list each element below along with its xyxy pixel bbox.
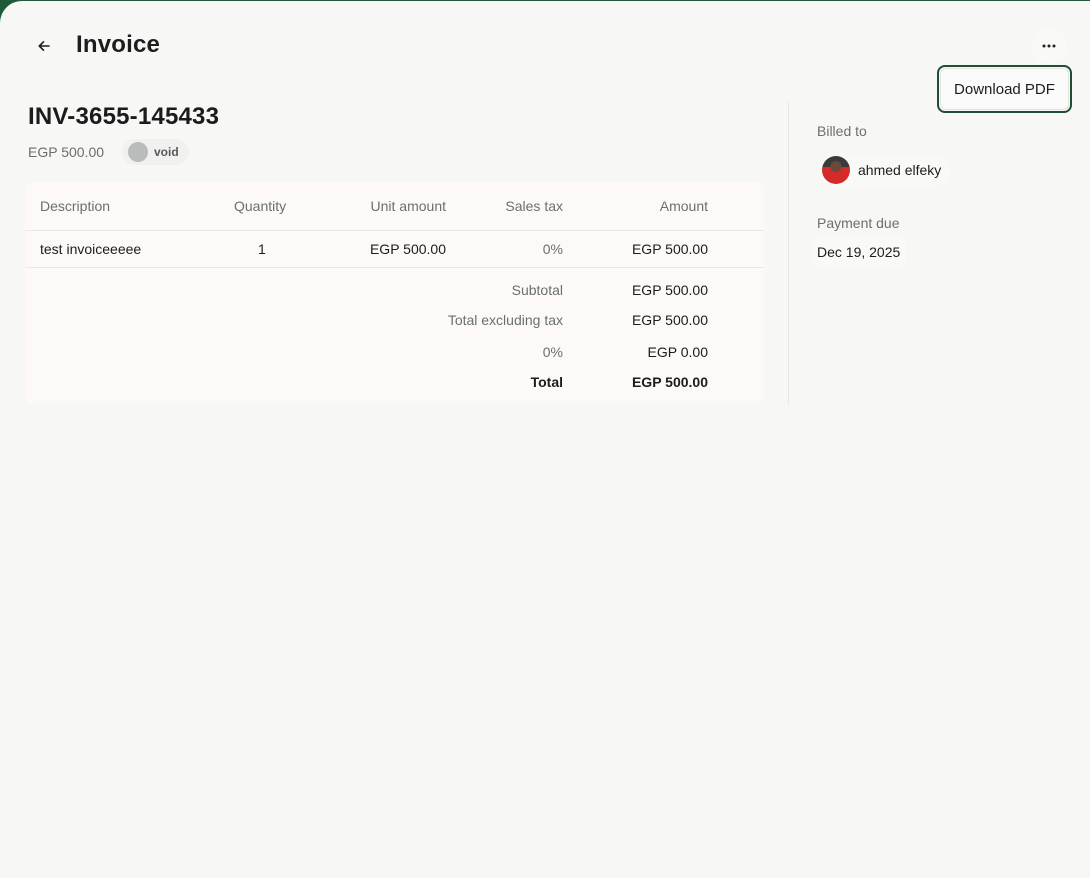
- download-pdf-button[interactable]: Download PDF: [937, 65, 1072, 113]
- tax-value: EGP 0.00: [647, 344, 708, 360]
- status-label: void: [154, 145, 179, 159]
- sidebar-divider: [788, 102, 789, 405]
- status-dot-icon: [128, 142, 148, 162]
- item-sales-tax: 0%: [542, 241, 563, 257]
- item-amount: EGP 500.00: [631, 241, 708, 257]
- item-quantity: 1: [258, 241, 266, 257]
- total-label: Total: [530, 374, 563, 390]
- payment-due-label: Payment due: [817, 215, 900, 231]
- column-header-amount: Amount: [659, 198, 708, 214]
- download-pdf-label: Download PDF: [941, 69, 1068, 109]
- customer-name: ahmed elfeky: [858, 162, 942, 178]
- total-value: EGP 500.00: [631, 374, 708, 390]
- subtotal-value: EGP 500.00: [631, 282, 708, 298]
- line-items-table: Description Quantity Unit amount Sales t…: [25, 182, 764, 404]
- total-excluding-tax-value: EGP 500.00: [631, 312, 708, 328]
- invoice-window: Invoice Download PDF INV-3655-145433 EGP…: [0, 1, 1090, 878]
- invoice-amount: EGP 500.00: [28, 144, 105, 160]
- total-excluding-tax-row: Total excluding tax EGP 500.00: [25, 312, 764, 332]
- table-row: test invoiceeeee 1 EGP 500.00 0% EGP 500…: [25, 241, 764, 261]
- tax-label: 0%: [542, 344, 563, 360]
- ellipsis-icon: [1042, 44, 1056, 48]
- table-header-row: Description Quantity Unit amount Sales t…: [25, 198, 764, 218]
- column-header-sales-tax: Sales tax: [505, 198, 563, 214]
- more-options-button[interactable]: [1031, 29, 1067, 63]
- divider: [25, 230, 764, 231]
- item-description: test invoiceeeee: [40, 241, 142, 257]
- invoice-number: INV-3655-145433: [28, 103, 220, 130]
- column-header-unit-amount: Unit amount: [370, 198, 446, 214]
- tax-row: 0% EGP 0.00: [25, 344, 764, 364]
- subtotal-label: Subtotal: [511, 282, 563, 298]
- payment-due-date: Dec 19, 2025: [813, 238, 907, 266]
- arrow-left-icon: [38, 41, 50, 51]
- column-header-quantity: Quantity: [234, 198, 287, 214]
- page-title: Invoice: [76, 31, 161, 58]
- back-button[interactable]: [28, 30, 60, 62]
- customer-link[interactable]: ahmed elfeky: [818, 154, 952, 186]
- column-header-description: Description: [40, 198, 111, 214]
- divider: [25, 267, 764, 268]
- billed-to-label: Billed to: [817, 123, 867, 139]
- subtotal-row: Subtotal EGP 500.00: [25, 282, 764, 302]
- status-badge: void: [122, 139, 189, 165]
- total-excluding-tax-label: Total excluding tax: [447, 312, 563, 328]
- item-unit-amount: EGP 500.00: [369, 241, 446, 257]
- total-row: Total EGP 500.00: [25, 374, 764, 394]
- avatar: [822, 156, 850, 184]
